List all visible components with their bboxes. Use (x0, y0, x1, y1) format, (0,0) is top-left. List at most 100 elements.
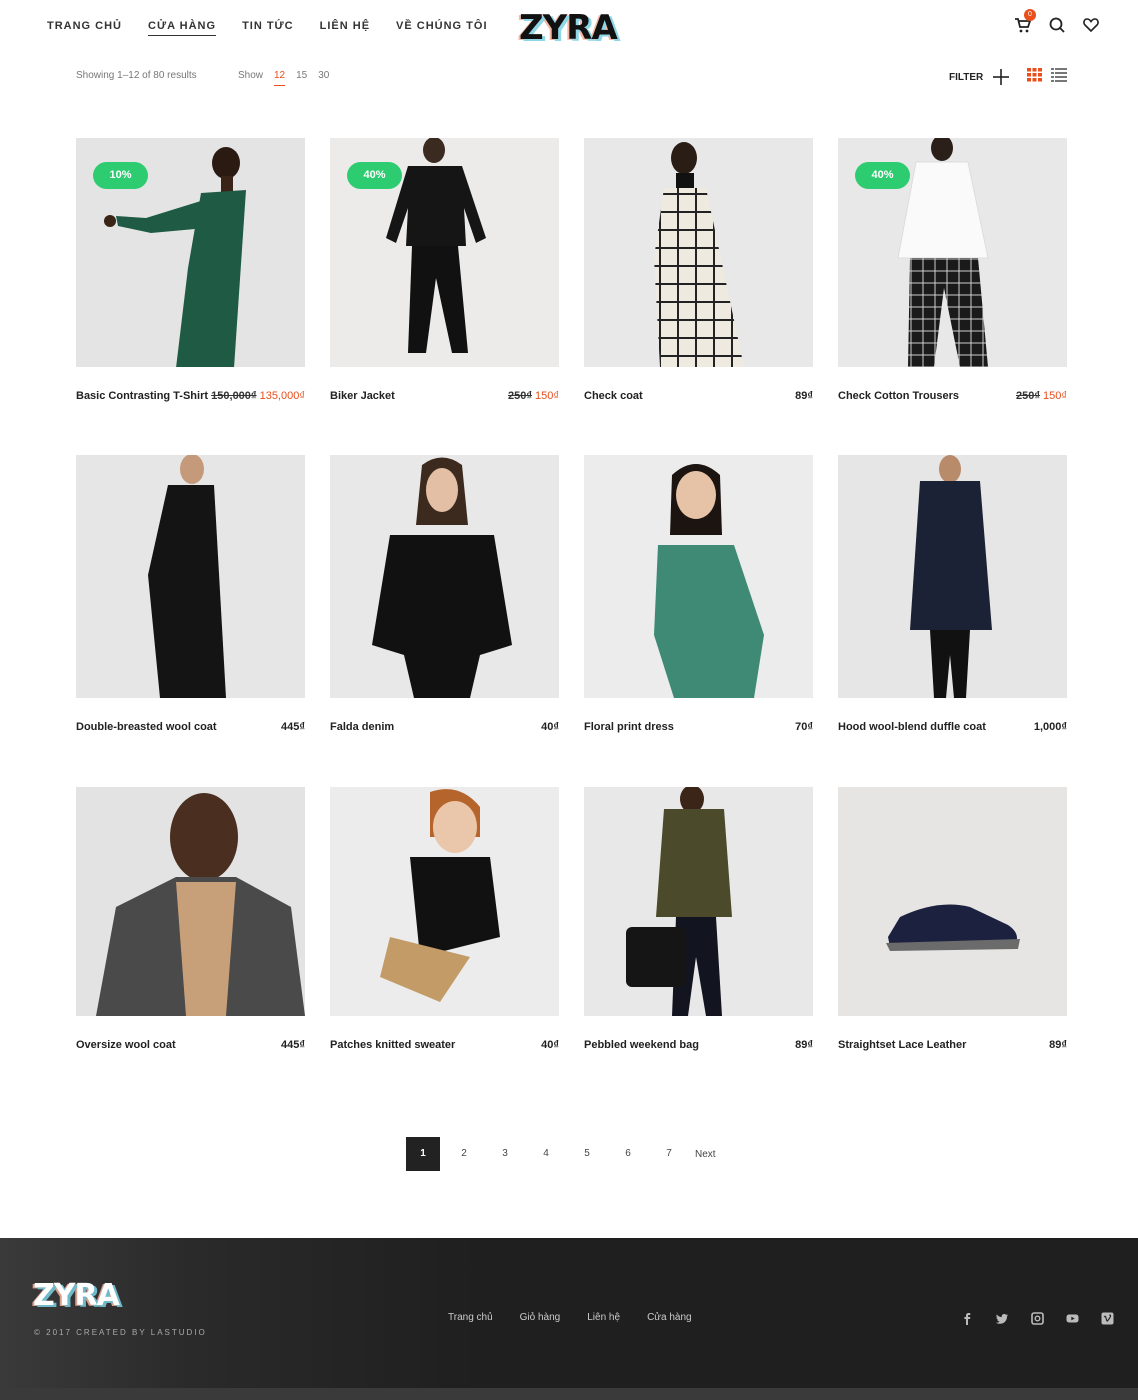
price: 89₫ (795, 1039, 813, 1051)
product-price: 89₫ (795, 390, 813, 402)
product-image[interactable] (330, 787, 559, 1016)
list-view-icon[interactable] (1051, 68, 1067, 85)
discount-badge: 40% (347, 162, 402, 189)
instagram-icon[interactable] (1031, 1312, 1044, 1325)
product-meta: Double-breasted wool coat 445₫ (76, 721, 305, 741)
page-7[interactable]: 7 (652, 1137, 686, 1171)
product-price: 250₫ 150₫ (1016, 390, 1067, 402)
product-name[interactable]: Check Cotton Trousers (838, 390, 959, 402)
page-5[interactable]: 5 (570, 1137, 604, 1171)
product-image[interactable]: 40% (330, 138, 559, 367)
product-card[interactable]: Floral print dress 70₫ (584, 455, 813, 741)
product-photo-knitted-sweater (380, 789, 500, 1002)
search-icon[interactable] (1048, 16, 1066, 34)
next-page-link[interactable]: Next (695, 1149, 716, 1160)
product-image[interactable] (76, 455, 305, 698)
product-name[interactable]: Oversize wool coat (76, 1039, 176, 1051)
product-name[interactable]: Check coat (584, 390, 643, 402)
product-meta: Basic Contrasting T-Shirt 150,000₫ 135,00… (76, 390, 305, 410)
footer-nav-contact[interactable]: Liên hệ (587, 1312, 620, 1323)
nav-home[interactable]: TRANG CHỦ (47, 20, 122, 36)
product-card[interactable]: Oversize wool coat 445₫ (76, 787, 305, 1059)
header-actions: 0 (1014, 9, 1100, 34)
page-3[interactable]: 3 (488, 1137, 522, 1171)
per-page-15[interactable]: 15 (296, 70, 307, 86)
product-image[interactable] (838, 455, 1067, 698)
product-meta: Straightset Lace Leather 89₫ (838, 1039, 1067, 1059)
product-image[interactable] (584, 455, 813, 698)
product-price: 250₫ 150₫ (508, 390, 559, 402)
site-logo[interactable]: ZYRA (519, 8, 618, 48)
nav-about[interactable]: VỀ CHÚNG TÔI (396, 20, 487, 36)
product-card[interactable]: 40% Biker Jacket 250₫ 150₫ (330, 138, 559, 410)
heart-icon[interactable] (1082, 16, 1100, 34)
page-6[interactable]: 6 (611, 1137, 645, 1171)
product-image[interactable] (584, 787, 813, 1016)
product-photo-oversize-coat (96, 793, 305, 1016)
product-price: 89₫ (795, 1039, 813, 1051)
product-image[interactable] (330, 455, 559, 698)
product-name[interactable]: Straightset Lace Leather (838, 1039, 966, 1051)
filter-button[interactable]: FILTER (949, 68, 1010, 86)
twitter-icon[interactable] (996, 1312, 1009, 1325)
product-image[interactable] (838, 787, 1067, 1016)
product-name[interactable]: Hood wool-blend duffle coat (838, 721, 986, 733)
page-2[interactable]: 2 (447, 1137, 481, 1171)
price: 445₫ (281, 721, 305, 733)
product-price: 1,000₫ (1034, 721, 1067, 733)
footer-nav-shop[interactable]: Cửa hàng (647, 1312, 692, 1323)
footer-nav-home[interactable]: Trang chủ (448, 1312, 493, 1323)
instagram-icon-svg (1031, 1312, 1044, 1325)
product-card[interactable]: 40% Check Cotton Trousers 250₫ 150₫ (838, 138, 1067, 410)
product-meta: Biker Jacket 250₫ 150₫ (330, 390, 559, 410)
product-card[interactable]: Falda denim 40₫ (330, 455, 559, 741)
product-price: 40₫ (541, 721, 559, 733)
product-name[interactable]: Pebbled weekend bag (584, 1039, 699, 1051)
product-name[interactable]: Double-breasted wool coat (76, 721, 217, 733)
sale-price: 150₫ (1043, 390, 1067, 402)
nav-shop[interactable]: CỬA HÀNG (148, 20, 217, 36)
product-photo-weekend-bag (626, 787, 732, 1016)
footer-logo[interactable]: ZYRA (33, 1278, 120, 1313)
product-image[interactable]: 10% (76, 138, 305, 367)
nav-contact[interactable]: LIÊN HỆ (320, 20, 370, 36)
grid-view-icon[interactable] (1027, 68, 1042, 85)
product-name[interactable]: Patches knitted sweater (330, 1039, 455, 1051)
product-photo-wool-coat (148, 455, 226, 698)
product-image[interactable]: 40% (838, 138, 1067, 367)
product-card[interactable]: Pebbled weekend bag 89₫ (584, 787, 813, 1059)
product-image[interactable] (584, 138, 813, 367)
plus-icon (993, 69, 1010, 85)
page-1[interactable]: 1 (406, 1137, 440, 1171)
discount-badge: 40% (855, 162, 910, 189)
nav-news[interactable]: TIN TỨC (242, 20, 294, 36)
product-meta: Pebbled weekend bag 89₫ (584, 1039, 813, 1059)
main-nav: TRANG CHỦ CỬA HÀNG TIN TỨC LIÊN HỆ VỀ CH… (47, 20, 514, 36)
product-name[interactable]: Basic Contrasting T-Shirt (76, 390, 208, 402)
per-page-12[interactable]: 12 (274, 70, 286, 86)
footer-nav-cart[interactable]: Giỏ hàng (520, 1312, 561, 1323)
product-card[interactable]: Double-breasted wool coat 445₫ (76, 455, 305, 741)
product-name[interactable]: Floral print dress (584, 721, 674, 733)
product-name[interactable]: Falda denim (330, 721, 394, 733)
product-name[interactable]: Biker Jacket (330, 390, 395, 402)
page-4[interactable]: 4 (529, 1137, 563, 1171)
price: 40₫ (541, 721, 559, 733)
product-card[interactable]: Straightset Lace Leather 89₫ (838, 787, 1067, 1059)
product-card[interactable]: Patches knitted sweater 40₫ (330, 787, 559, 1059)
shop-toolbar: Showing 1–12 of 80 results Show 12 15 30… (76, 68, 1067, 90)
product-card[interactable]: Check coat 89₫ (584, 138, 813, 410)
filter-label: FILTER (949, 71, 984, 83)
product-card[interactable]: Hood wool-blend duffle coat 1,000₫ (838, 455, 1067, 741)
facebook-icon[interactable] (961, 1312, 974, 1325)
product-price: 40₫ (541, 1039, 559, 1051)
vimeo-icon[interactable] (1101, 1312, 1114, 1325)
price: 1,000₫ (1033, 721, 1067, 733)
per-page-30[interactable]: 30 (318, 70, 329, 86)
cart-icon[interactable]: 0 (1014, 9, 1036, 34)
pagination: 1 2 3 4 5 6 7 Next (406, 1137, 716, 1171)
product-image[interactable] (76, 787, 305, 1016)
youtube-icon[interactable] (1066, 1312, 1079, 1325)
product-meta: Falda denim 40₫ (330, 721, 559, 741)
product-card[interactable]: 10% Basic Contrasting T-Shirt 150,000₫ 13… (76, 138, 305, 410)
